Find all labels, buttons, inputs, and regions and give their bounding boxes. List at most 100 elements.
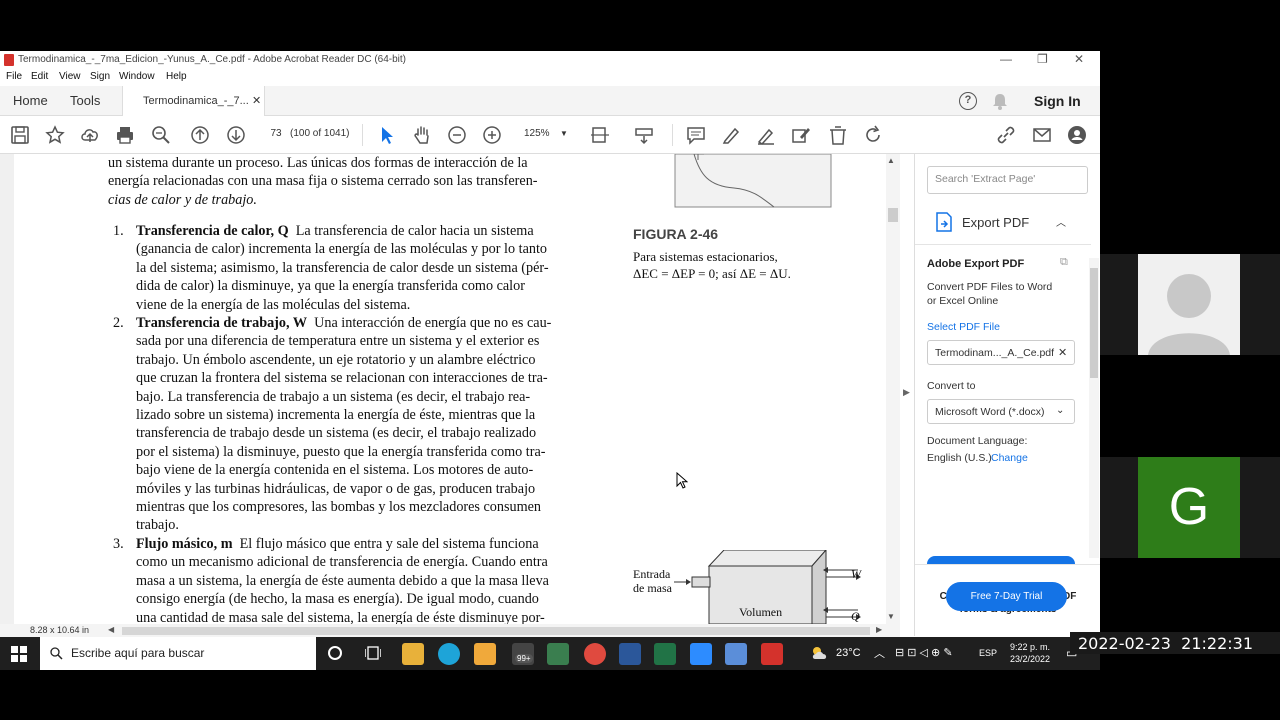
menu-window[interactable]: Window [119,71,155,82]
print-icon[interactable] [115,125,135,145]
highlight-pen-icon[interactable] [721,125,741,145]
search-placeholder: Escribe aquí para buscar [71,646,205,660]
scroll-mode-icon[interactable] [634,125,654,145]
figure-caption: Para sistemas estacionarios, ΔEC = ΔEP =… [633,248,791,282]
scroll-down-icon[interactable]: ▼ [887,612,895,621]
rotate-icon[interactable] [863,125,883,145]
remove-file-icon[interactable]: ✕ [1058,346,1067,359]
menu-file[interactable]: File [6,71,22,82]
next-page-icon[interactable] [226,125,246,145]
text-line: sada por una diferencia de temperatura e… [136,333,540,350]
close-icon[interactable]: ✕ [1074,52,1084,66]
tray-icons[interactable]: ⊟ ⊡ ◁ ⊕ ✎ [895,646,953,659]
select-pdf-label: Select PDF File [927,321,1000,333]
horizontal-scroll-thumb[interactable] [122,627,870,635]
diagram-work-label: W [851,567,861,581]
acrobat-window: Termodinamica_-_7ma_Edicion_-Yunus_A._Ce… [0,51,1100,670]
acrobat-taskbar-icon[interactable] [761,643,783,665]
diagram-inlet-label: Entrada de masa [633,567,672,595]
tab-tools[interactable]: Tools [70,86,100,116]
document-vertical-scrollbar[interactable]: ▲ ▼ [886,154,900,624]
task-view-icon[interactable] [365,646,381,660]
text-line: móviles y las turbinas hidráulicas, de v… [136,480,536,497]
hand-tool-icon[interactable] [412,125,432,145]
edge-browser-icon[interactable] [438,643,460,665]
taskbar-search-box[interactable]: Escribe aquí para buscar [40,637,316,670]
show-hidden-icons-icon[interactable]: ︿ [874,645,885,661]
pane-scrollbar[interactable] [1089,258,1099,558]
weather-cloud-icon[interactable] [811,645,829,661]
document-view: un sistema durante un proceso. Las única… [0,154,900,636]
format-select[interactable]: Microsoft Word (*.docx) ⌄ [927,399,1075,424]
upload-cloud-icon[interactable] [80,125,100,145]
scroll-up-icon[interactable]: ▲ [887,156,895,165]
bookmark-star-icon[interactable] [45,125,65,145]
document-horizontal-scrollbar[interactable]: 8.28 x 10.64 in ◀ ▶ [0,624,900,638]
text-line: Una interacción de energía que no es cau… [314,315,552,331]
select-cursor-icon[interactable] [377,125,397,145]
comment-icon[interactable] [686,125,706,145]
minimize-icon[interactable]: — [1000,52,1012,66]
file-name: Termodinam..._A._Ce.pdf [935,347,1055,359]
zoom-in-icon[interactable] [482,125,502,145]
tools-search-input[interactable]: Search 'Extract Page' [927,166,1088,194]
tab-home[interactable]: Home [13,86,48,116]
switch-account-icon[interactable]: ⧉ [1060,256,1068,269]
share-link-icon[interactable] [996,125,1016,145]
draw-sign-icon[interactable] [756,125,776,145]
caption-line: Entrada [633,567,671,581]
menu-edit[interactable]: Edit [31,71,48,82]
right-pane-toggle-icon[interactable]: ▶ [903,387,910,398]
scroll-left-icon[interactable]: ◀ [108,625,114,634]
bell-icon[interactable] [992,93,1008,110]
user-share-icon[interactable] [1067,125,1087,145]
zoom-level-select[interactable]: 125% [524,128,550,139]
clock[interactable]: 9:22 p. m. 23/2/2022 [1005,641,1055,665]
page-fit-icon[interactable] [590,125,610,145]
adobe-export-title: Adobe Export PDF [927,258,1025,270]
delete-trash-icon[interactable] [828,125,848,145]
scroll-thumb[interactable] [888,208,898,222]
fill-sign-icon[interactable] [791,125,811,145]
page-number-input[interactable]: 73 [266,128,286,139]
word-icon[interactable] [619,643,641,665]
pane-scroll-thumb[interactable] [1090,268,1098,378]
app-icon[interactable] [547,643,569,665]
menu-view[interactable]: View [59,71,81,82]
zoom-dropdown-chevron-icon[interactable]: ▼ [560,129,568,138]
excel-icon[interactable] [654,643,676,665]
store-icon[interactable] [474,643,496,665]
zoom-icon[interactable] [690,643,712,665]
menu-help[interactable]: Help [166,71,187,82]
input-language[interactable]: ESP [979,648,997,658]
file-explorer-icon[interactable] [402,643,424,665]
zoom-out-icon[interactable] [447,125,467,145]
save-icon[interactable] [10,125,30,145]
selected-file-field[interactable]: Termodinam..._A._Ce.pdf ✕ [927,340,1075,365]
export-pdf-header[interactable]: Export PDF [962,215,1029,230]
cortana-icon[interactable] [328,646,342,660]
zoom-search-icon[interactable] [151,125,171,145]
participant-tile-1 [1100,254,1280,355]
tab-document[interactable]: Termodinamica_-_7... ✕ [122,86,265,117]
tab-close-icon[interactable]: ✕ [252,86,261,116]
windows-start-icon[interactable] [11,646,27,662]
text-line: lizado sobre un sistema) incrementa la e… [136,407,536,424]
collapse-chevron-icon[interactable]: ︿ [1056,214,1066,229]
figure-title: FIGURA 2-46 [633,226,719,242]
chrome-icon[interactable] [584,643,606,665]
sign-in-button[interactable]: Sign In [1034,86,1081,116]
help-icon[interactable]: ? [959,92,977,110]
change-language-link[interactable]: Change [991,452,1028,464]
convert-to-label: Convert to [927,380,976,392]
email-icon[interactable] [1032,125,1052,145]
free-trial-button[interactable]: Free 7-Day Trial [946,582,1067,611]
previous-page-icon[interactable] [190,125,210,145]
convert-button[interactable] [927,556,1075,564]
calculator-icon[interactable] [725,643,747,665]
restore-icon[interactable]: ❐ [1037,52,1048,66]
menu-sign[interactable]: Sign [90,71,110,82]
scroll-right-icon[interactable]: ▶ [876,625,882,634]
list-item-work: Transferencia de trabajo, W Una interacc… [136,314,616,535]
intro-paragraph: un sistema durante un proceso. Las única… [108,154,616,209]
